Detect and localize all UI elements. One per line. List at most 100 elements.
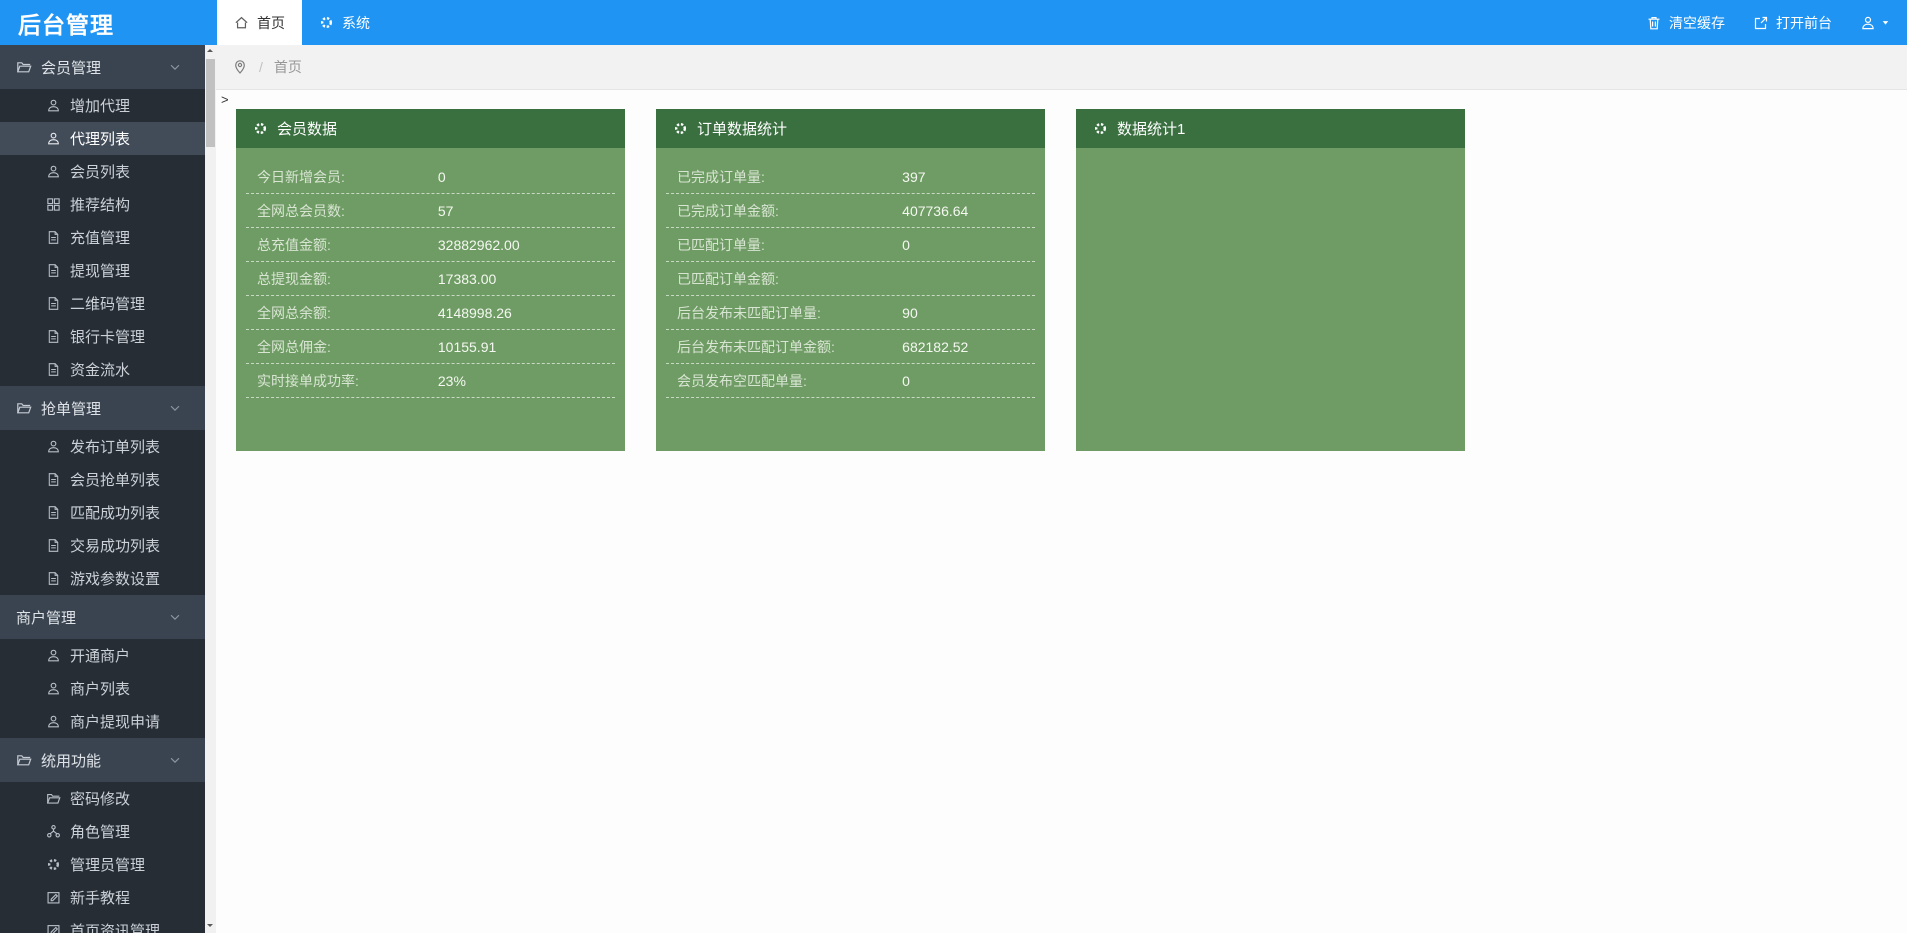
stat-label: 已完成订单金额: xyxy=(666,201,902,221)
scrollbar-up-arrow-icon[interactable] xyxy=(205,46,216,58)
tab-首页[interactable]: 首页 xyxy=(217,0,302,45)
stat-label: 总提现金额: xyxy=(246,269,438,289)
sidebar-item-增加代理[interactable]: 增加代理 xyxy=(0,89,205,122)
sidebar-item-label: 增加代理 xyxy=(70,95,130,116)
sidebar-item-资金流水[interactable]: 资金流水 xyxy=(0,353,205,386)
user-icon xyxy=(46,648,61,663)
sidebar-item-label: 交易成功列表 xyxy=(70,535,160,556)
sidebar-item-新手教程[interactable]: 新手教程 xyxy=(0,881,205,914)
panel-会员数据: 会员数据今日新增会员:0全网总会员数:57总充值金额:32882962.00总提… xyxy=(236,109,625,451)
tab-系统[interactable]: 系统 xyxy=(302,0,387,45)
sidebar-section-会员管理[interactable]: 会员管理 xyxy=(0,45,205,89)
sidebar-item-商户列表[interactable]: 商户列表 xyxy=(0,672,205,705)
stat-value: 10155.91 xyxy=(438,339,496,355)
sidebar-item-提现管理[interactable]: 提现管理 xyxy=(0,254,205,287)
external-link-icon xyxy=(1753,15,1769,31)
gear-icon xyxy=(46,857,61,872)
action-label: 打开前台 xyxy=(1776,13,1832,33)
chevron-down-icon xyxy=(168,610,182,624)
user-menu[interactable] xyxy=(1860,15,1891,31)
panel-body xyxy=(1076,148,1465,451)
user-icon xyxy=(46,164,61,179)
folder-icon xyxy=(16,400,32,416)
tab-label: 系统 xyxy=(342,13,370,33)
edit-icon xyxy=(46,923,61,933)
sidebar-section-统用功能[interactable]: 统用功能 xyxy=(0,738,205,782)
sidebar-item-会员列表[interactable]: 会员列表 xyxy=(0,155,205,188)
stat-value: 4148998.26 xyxy=(438,305,512,321)
sidebar-item-推荐结构[interactable]: 推荐结构 xyxy=(0,188,205,221)
stat-value: 17383.00 xyxy=(438,271,496,287)
gear-icon xyxy=(319,15,334,30)
stat-row: 已匹配订单量:0 xyxy=(666,228,1035,262)
stat-row: 后台发布未匹配订单量:90 xyxy=(666,296,1035,330)
sidebar-item-代理列表[interactable]: 代理列表 xyxy=(0,122,205,155)
stat-value: 57 xyxy=(438,203,454,219)
file-icon xyxy=(46,538,61,553)
sidebar-item-开通商户[interactable]: 开通商户 xyxy=(0,639,205,672)
file-icon xyxy=(46,263,61,278)
chevron-down-icon xyxy=(168,60,182,74)
scrollbar-down-arrow-icon[interactable] xyxy=(205,920,216,932)
stat-row: 已完成订单金额:407736.64 xyxy=(666,194,1035,228)
sidebar-item-label: 管理员管理 xyxy=(70,854,145,875)
trash-icon xyxy=(1646,15,1662,31)
stat-value: 0 xyxy=(902,373,910,389)
action-清空缓存[interactable]: 清空缓存 xyxy=(1646,13,1725,33)
scrollbar-thumb[interactable] xyxy=(206,59,215,147)
section-label: 商户管理 xyxy=(16,607,76,628)
sidebar-item-密码修改[interactable]: 密码修改 xyxy=(0,782,205,815)
sidebar-item-匹配成功列表[interactable]: 匹配成功列表 xyxy=(0,496,205,529)
panel-header: 数据统计1 xyxy=(1076,109,1465,148)
sidebar-item-label: 推荐结构 xyxy=(70,194,130,215)
sidebar-item-银行卡管理[interactable]: 银行卡管理 xyxy=(0,320,205,353)
breadcrumb-current[interactable]: 首页 xyxy=(274,57,302,77)
breadcrumb-separator: / xyxy=(259,59,263,75)
user-icon xyxy=(46,439,61,454)
stat-row: 已匹配订单金额: xyxy=(666,262,1035,296)
action-打开前台[interactable]: 打开前台 xyxy=(1753,13,1832,33)
sidebar-item-首页资讯管理[interactable]: 首页资讯管理 xyxy=(0,914,205,933)
sidebar-item-充值管理[interactable]: 充值管理 xyxy=(0,221,205,254)
sidebar-item-管理员管理[interactable]: 管理员管理 xyxy=(0,848,205,881)
breadcrumb: / 首页 xyxy=(216,45,1907,90)
stat-label: 后台发布未匹配订单量: xyxy=(666,303,902,323)
sidebar-item-二维码管理[interactable]: 二维码管理 xyxy=(0,287,205,320)
section-label: 统用功能 xyxy=(41,750,101,771)
stat-label: 后台发布未匹配订单金额: xyxy=(666,337,902,357)
stat-row: 全网总会员数:57 xyxy=(246,194,615,228)
top-header: 后台管理 首页系统 清空缓存打开前台 xyxy=(0,0,1907,45)
sidebar-item-会员抢单列表[interactable]: 会员抢单列表 xyxy=(0,463,205,496)
section-label: 会员管理 xyxy=(41,57,101,78)
sidebar-item-label: 银行卡管理 xyxy=(70,326,145,347)
sidebar-item-label: 资金流水 xyxy=(70,359,130,380)
stat-label: 已匹配订单金额: xyxy=(666,269,902,289)
sidebar-item-商户提现申请[interactable]: 商户提现申请 xyxy=(0,705,205,738)
stat-label: 已匹配订单量: xyxy=(666,235,902,255)
stat-value: 0 xyxy=(438,169,446,185)
file-icon xyxy=(46,505,61,520)
folder-icon xyxy=(16,752,32,768)
sidebar-item-游戏参数设置[interactable]: 游戏参数设置 xyxy=(0,562,205,595)
sidebar-item-label: 匹配成功列表 xyxy=(70,502,160,523)
stat-row: 总提现金额:17383.00 xyxy=(246,262,615,296)
sidebar-item-label: 会员抢单列表 xyxy=(70,469,160,490)
panel-title: 数据统计1 xyxy=(1117,118,1185,139)
sidebar-section-商户管理[interactable]: 商户管理 xyxy=(0,595,205,639)
sidebar-item-交易成功列表[interactable]: 交易成功列表 xyxy=(0,529,205,562)
sidebar-item-label: 密码修改 xyxy=(70,788,130,809)
stat-value: 682182.52 xyxy=(902,339,968,355)
sidebar-item-label: 角色管理 xyxy=(70,821,130,842)
sidebar-item-角色管理[interactable]: 角色管理 xyxy=(0,815,205,848)
sidebar-scrollbar[interactable] xyxy=(205,45,216,933)
stat-label: 今日新增会员: xyxy=(246,167,438,187)
stat-label: 会员发布空匹配单量: xyxy=(666,371,902,391)
stat-row: 会员发布空匹配单量:0 xyxy=(666,364,1035,398)
section-label: 抢单管理 xyxy=(41,398,101,419)
sidebar-section-抢单管理[interactable]: 抢单管理 xyxy=(0,386,205,430)
gear-icon xyxy=(253,121,268,136)
file-icon xyxy=(46,329,61,344)
org-icon xyxy=(46,824,61,839)
file-icon xyxy=(46,472,61,487)
sidebar-item-发布订单列表[interactable]: 发布订单列表 xyxy=(0,430,205,463)
